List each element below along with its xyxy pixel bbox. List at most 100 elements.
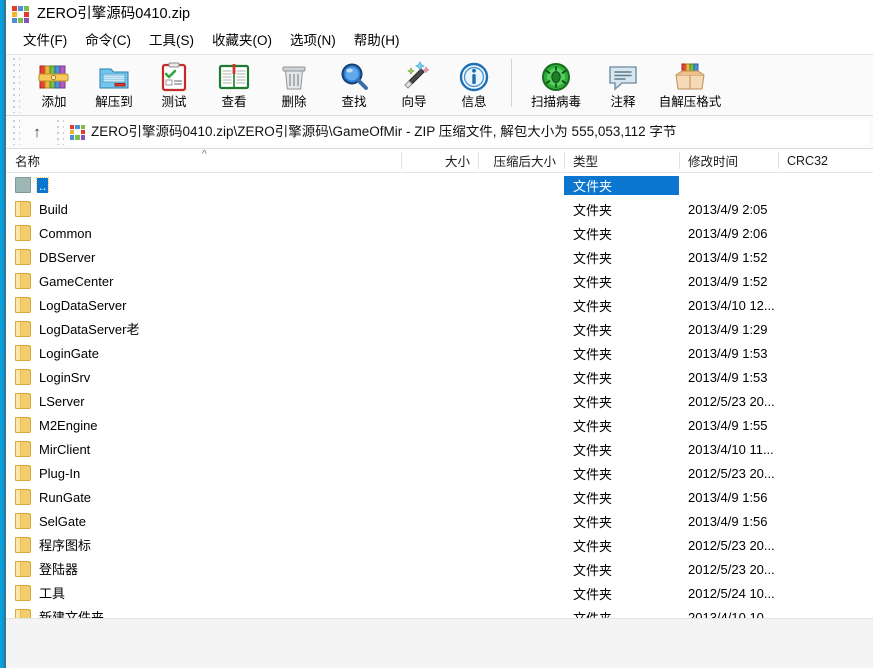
cell-name: 登陆器 [6,561,401,577]
table-row[interactable]: 程序图标 文件夹 2012/5/23 20... [6,533,873,557]
cell-name: 新建文件夹 [6,609,401,618]
cell-mod: 2012/5/24 10... [688,585,775,601]
column-header-type[interactable]: 类型 [564,149,679,172]
menu-commands[interactable]: 命令(C) [76,32,140,50]
column-header-crc32[interactable]: CRC32 [778,149,873,172]
toolbar-grip[interactable] [12,57,20,113]
column-header-type-label: 类型 [573,155,599,169]
column-header-size[interactable]: 大小 [401,149,478,172]
up-arrow-icon: ↑ [33,123,41,141]
virus-scan-icon [539,60,573,94]
table-row[interactable]: LogDataServer老 文件夹 2013/4/9 1:29 [6,317,873,341]
toolbar-button-comment[interactable]: 注释 [593,57,653,115]
file-list-header: 名称 ^ 大小 压缩后大小 类型 修改时间 CRC32 [6,149,873,173]
menu-favorites[interactable]: 收藏夹(O) [203,32,281,50]
cell-name: DBServer [6,249,401,265]
table-row[interactable]: Build 文件夹 2013/4/9 2:05 [6,197,873,221]
table-row[interactable]: Common 文件夹 2013/4/9 2:06 [6,221,873,245]
folder-icon [15,249,31,265]
table-row[interactable]: .. 文件夹 [6,173,873,197]
table-row[interactable]: LogDataServer 文件夹 2013/4/10 12... [6,293,873,317]
table-row[interactable]: Plug-In 文件夹 2012/5/23 20... [6,461,873,485]
cell-name-text: 新建文件夹 [39,609,105,619]
cell-mod: 2013/4/9 1:53 [688,345,768,361]
column-header-packed-label: 压缩后大小 [493,155,556,169]
cell-type: 文件夹 [573,226,613,242]
folder-icon [15,561,31,577]
toolbar-label-sfx: 自解压格式 [658,95,722,109]
table-row[interactable]: LoginGate 文件夹 2013/4/9 1:53 [6,341,873,365]
toolbar-label-find: 查找 [341,95,367,109]
cell-mod: 2013/4/10 11... [688,441,774,457]
cell-type: 文件夹 [573,562,613,578]
toolbar-button-info[interactable]: 信息 [444,57,504,115]
table-row[interactable]: RunGate 文件夹 2013/4/9 1:56 [6,485,873,509]
toolbar-button-extract-to[interactable]: 解压到 [84,57,144,115]
folder-icon [15,465,31,481]
toolbar-label-info: 信息 [461,95,487,109]
address-bar-grip[interactable] [12,119,20,145]
toolbar-label-add: 添加 [41,95,67,109]
table-row[interactable]: LServer 文件夹 2012/5/23 20... [6,389,873,413]
winrar-books-icon [70,124,85,140]
sfx-box-icon [673,60,707,94]
address-path-text: ZERO引擎源码0410.zip\ZERO引擎源码\GameOfMir - ZI… [91,125,677,139]
toolbar: 添加 解压到 测试 查看 删除 查找 向导 信息 扫描病毒 注释 自解压格式 [6,54,873,116]
table-row[interactable]: LoginSrv 文件夹 2013/4/9 1:53 [6,365,873,389]
navigate-up-button[interactable]: ↑ [22,119,52,146]
toolbar-button-scan-virus[interactable]: 扫描病毒 [519,57,593,115]
menu-file[interactable]: 文件(F) [14,32,76,50]
cell-type: 文件夹 [573,466,613,482]
toolbar-button-view[interactable]: 查看 [204,57,264,115]
table-row[interactable]: 登陆器 文件夹 2012/5/23 20... [6,557,873,581]
table-row[interactable]: MirClient 文件夹 2013/4/10 11... [6,437,873,461]
table-row[interactable]: SelGate 文件夹 2013/4/9 1:56 [6,509,873,533]
cell-name-text: 程序图标 [39,537,92,553]
cell-mod: 2013/4/9 1:29 [688,321,768,337]
address-combo-grip[interactable] [56,119,64,145]
table-row[interactable]: DBServer 文件夹 2013/4/9 1:52 [6,245,873,269]
column-header-name[interactable]: 名称 ^ [6,149,401,172]
cell-name-text: LogDataServer老 [39,321,140,337]
cell-name: GameCenter [6,273,401,289]
cell-type: 文件夹 [573,538,613,554]
folder-icon [15,321,31,337]
find-magnifier-icon [337,60,371,94]
view-book-icon [217,60,251,94]
toolbar-button-add[interactable]: 添加 [24,57,84,115]
folder-icon [15,369,31,385]
winrar-window: ZERO引擎源码0410.zip 文件(F) 命令(C) 工具(S) 收藏夹(O… [0,0,873,668]
table-row[interactable]: 新建文件夹 文件夹 2013/4/10 10... [6,605,873,618]
folder-icon [15,489,31,505]
menu-help[interactable]: 帮助(H) [345,32,409,50]
toolbar-button-test[interactable]: 测试 [144,57,204,115]
folder-icon [15,417,31,433]
menu-options[interactable]: 选项(N) [281,32,345,50]
column-header-packed[interactable]: 压缩后大小 [478,149,564,172]
cell-name: LoginSrv [6,369,401,385]
window-client: ZERO引擎源码0410.zip 文件(F) 命令(C) 工具(S) 收藏夹(O… [6,0,873,668]
file-list-rows[interactable]: .. 文件夹 Build 文件夹 2013/4/9 2:05 Common 文件夹 2013/… [6,173,873,618]
toolbar-button-wizard[interactable]: 向导 [384,57,444,115]
toolbar-button-find[interactable]: 查找 [324,57,384,115]
cell-mod: 2013/4/9 1:53 [688,369,768,385]
column-header-modified[interactable]: 修改时间 [679,149,778,172]
toolbar-label-wizard: 向导 [401,95,427,109]
cell-name-text: LogDataServer [39,297,127,313]
table-row[interactable]: 工具 文件夹 2012/5/24 10... [6,581,873,605]
cell-name-text: M2Engine [39,417,98,433]
menu-tools[interactable]: 工具(S) [140,32,203,50]
cell-name: 工具 [6,585,401,601]
cell-type: 文件夹 [573,202,613,218]
cell-mod: 2013/4/9 1:52 [688,249,768,265]
table-row[interactable]: M2Engine 文件夹 2013/4/9 1:55 [6,413,873,437]
table-row[interactable]: GameCenter 文件夹 2013/4/9 1:52 [6,269,873,293]
toolbar-button-sfx[interactable]: 自解压格式 [653,57,727,115]
cell-name-text: 登陆器 [39,561,79,577]
title-bar: ZERO引擎源码0410.zip [6,0,873,28]
address-path-combobox[interactable]: ZERO引擎源码0410.zip\ZERO引擎源码\GameOfMir - ZI… [66,119,869,145]
toolbar-button-delete[interactable]: 删除 [264,57,324,115]
folder-icon [15,273,31,289]
cell-name: M2Engine [6,417,401,433]
folder-icon [15,225,31,241]
